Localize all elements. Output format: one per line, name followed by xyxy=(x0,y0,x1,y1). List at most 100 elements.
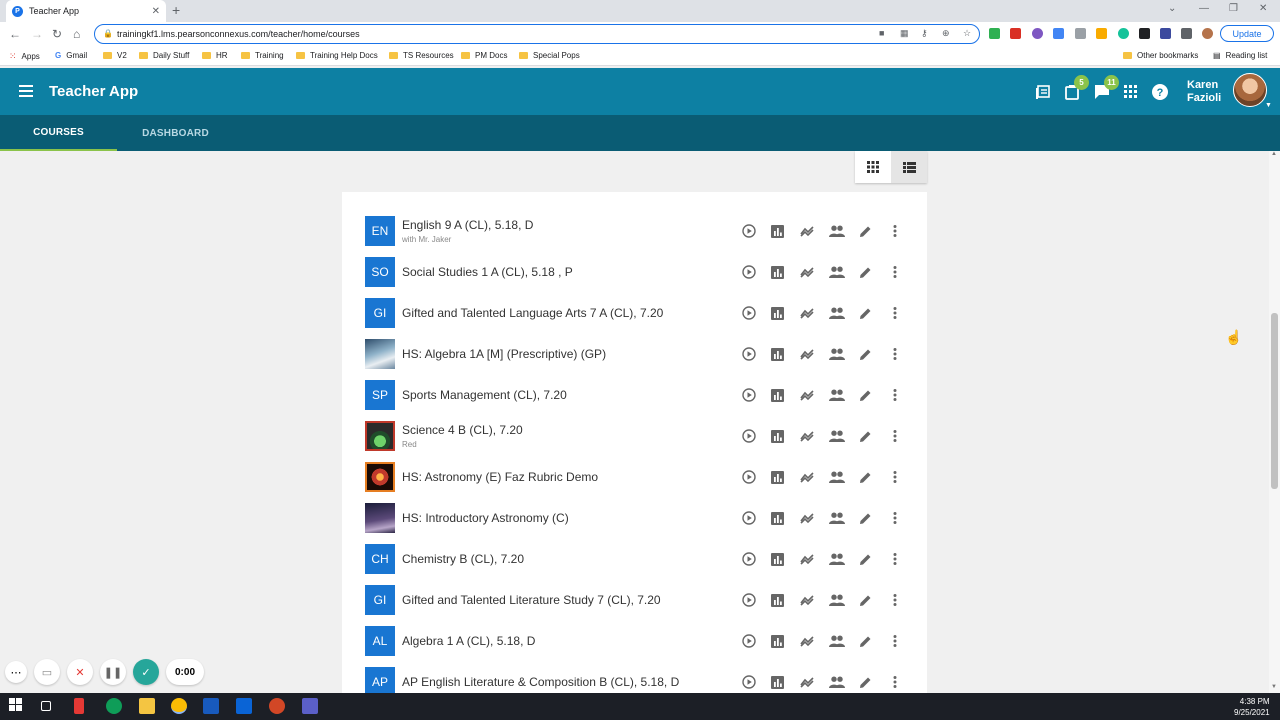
scroll-up-icon[interactable]: ▲ xyxy=(1271,151,1277,157)
gradebook-icon[interactable] xyxy=(763,590,792,610)
reading-list[interactable]: ▤ Reading list xyxy=(1213,51,1267,60)
people-icon[interactable] xyxy=(822,631,851,651)
course-row[interactable]: CH Chemistry B (CL), 7.20 xyxy=(342,537,927,578)
launch-course-icon[interactable] xyxy=(734,221,763,241)
course-row[interactable]: HS: Introductory Astronomy (C) xyxy=(342,496,927,537)
tab-search-icon[interactable]: ⌄ xyxy=(1168,3,1176,14)
extensions-puzzle-icon[interactable] xyxy=(1181,28,1192,39)
course-row[interactable]: EN English 9 A (CL), 5.18, D with Mr. Ja… xyxy=(342,209,927,250)
analytics-trend-icon[interactable] xyxy=(793,221,822,241)
forward-icon[interactable]: → xyxy=(31,27,43,41)
windows-start-icon[interactable] xyxy=(9,698,25,714)
bookmark-star-icon[interactable]: ☆ xyxy=(963,28,971,39)
course-title[interactable]: HS: Astronomy (E) Faz Rubric Demo xyxy=(402,470,598,484)
gradebook-icon[interactable] xyxy=(763,549,792,569)
analytics-trend-icon[interactable] xyxy=(793,262,822,282)
tab-courses[interactable]: COURSES xyxy=(0,115,117,151)
user-menu[interactable]: Karen Fazioli xyxy=(1187,79,1221,105)
people-icon[interactable] xyxy=(822,467,851,487)
update-button[interactable]: Update xyxy=(1220,25,1274,42)
launch-course-icon[interactable] xyxy=(734,344,763,364)
extension-green-icon[interactable] xyxy=(989,28,1000,39)
discard-recording-icon[interactable]: ✕ xyxy=(67,659,93,685)
course-title[interactable]: Algebra 1 A (CL), 5.18, D xyxy=(402,634,535,648)
chrome-icon[interactable] xyxy=(171,698,187,714)
help-icon[interactable]: ? xyxy=(1151,83,1169,101)
avatar[interactable] xyxy=(1233,73,1267,107)
bookmark-training-help-docs[interactable]: Training Help Docs xyxy=(296,51,378,60)
course-row[interactable]: HS: Algebra 1A [M] (Prescriptive) (GP) xyxy=(342,332,927,373)
gradebook-icon[interactable] xyxy=(763,508,792,528)
address-bar[interactable]: 🔒 trainingkf1.lms.pearsonconnexus.com/te… xyxy=(94,24,980,44)
tab-dashboard[interactable]: DASHBOARD xyxy=(117,115,234,151)
course-title[interactable]: English 9 A (CL), 5.18, D xyxy=(402,218,533,232)
course-row[interactable]: GI Gifted and Talented Language Arts 7 A… xyxy=(342,291,927,332)
list-view-button[interactable] xyxy=(891,151,927,183)
profile-avatar-icon[interactable] xyxy=(1202,28,1213,39)
extension-recycle-icon[interactable] xyxy=(1075,28,1086,39)
camera-toggle-icon[interactable]: ▭ xyxy=(34,659,60,685)
people-icon[interactable] xyxy=(822,344,851,364)
edit-pencil-icon[interactable] xyxy=(851,467,880,487)
more-vert-icon[interactable] xyxy=(880,549,909,569)
scroll-down-icon[interactable]: ▼ xyxy=(1271,684,1277,690)
edit-pencil-icon[interactable] xyxy=(851,631,880,651)
system-clock[interactable]: 4:38 PM 9/25/2021 xyxy=(1234,696,1270,718)
more-vert-icon[interactable] xyxy=(880,221,909,241)
course-title[interactable]: Sports Management (CL), 7.20 xyxy=(402,388,567,402)
extension-tl-icon[interactable] xyxy=(1160,28,1171,39)
more-vert-icon[interactable] xyxy=(880,344,909,364)
edit-pencil-icon[interactable] xyxy=(851,549,880,569)
course-row[interactable]: Science 4 B (CL), 7.20 Red xyxy=(342,414,927,455)
edit-pencil-icon[interactable] xyxy=(851,590,880,610)
task-view-icon[interactable] xyxy=(41,701,51,711)
gradebook-icon[interactable] xyxy=(763,631,792,651)
people-icon[interactable] xyxy=(822,672,851,692)
edit-pencil-icon[interactable] xyxy=(851,262,880,282)
camera-icon[interactable]: ■ xyxy=(879,28,884,38)
bookmark-apps[interactable]: ⁙ Apps xyxy=(9,51,40,62)
course-row[interactable]: AP AP English Literature & Composition B… xyxy=(342,660,927,693)
course-title[interactable]: AP English Literature & Composition B (C… xyxy=(402,675,679,689)
gradebook-icon[interactable] xyxy=(763,672,792,692)
close-tab-icon[interactable]: ✕ xyxy=(152,6,160,17)
taskbar-app-icon[interactable] xyxy=(74,698,84,714)
edit-pencil-icon[interactable] xyxy=(851,385,880,405)
extension-translate-icon[interactable] xyxy=(1053,28,1064,39)
analytics-trend-icon[interactable] xyxy=(793,672,822,692)
file-explorer-icon[interactable] xyxy=(139,698,155,714)
gradebook-icon[interactable] xyxy=(763,467,792,487)
gradebook-icon[interactable] xyxy=(763,344,792,364)
course-title[interactable]: Science 4 B (CL), 7.20 xyxy=(402,423,523,437)
analytics-trend-icon[interactable] xyxy=(793,467,822,487)
course-row[interactable]: GI Gifted and Talented Literature Study … xyxy=(342,578,927,619)
people-icon[interactable] xyxy=(822,590,851,610)
edit-pencil-icon[interactable] xyxy=(851,303,880,323)
analytics-trend-icon[interactable] xyxy=(793,426,822,446)
course-row[interactable]: AL Algebra 1 A (CL), 5.18, D xyxy=(342,619,927,660)
edit-pencil-icon[interactable] xyxy=(851,672,880,692)
people-icon[interactable] xyxy=(822,262,851,282)
browser-tab[interactable]: P Teacher App ✕ xyxy=(6,0,166,22)
home-icon[interactable]: ⌂ xyxy=(73,27,80,41)
bookmark-ts-resources[interactable]: TS Resources xyxy=(389,51,454,60)
new-tab-icon[interactable]: + xyxy=(172,2,180,18)
analytics-trend-icon[interactable] xyxy=(793,631,822,651)
bookmark-gmail[interactable]: G Gmail xyxy=(55,51,87,60)
analytics-trend-icon[interactable] xyxy=(793,508,822,528)
edit-pencil-icon[interactable] xyxy=(851,221,880,241)
powerpoint-icon[interactable] xyxy=(269,698,285,714)
clipboard-icon[interactable]: 5 xyxy=(1063,75,1089,101)
bookmark-pm-docs[interactable]: PM Docs xyxy=(461,51,507,60)
edit-pencil-icon[interactable] xyxy=(851,426,880,446)
grid-view-button[interactable] xyxy=(855,151,891,183)
gradebook-icon[interactable] xyxy=(763,262,792,282)
launch-course-icon[interactable] xyxy=(734,631,763,651)
edit-pencil-icon[interactable] xyxy=(851,508,880,528)
course-title[interactable]: HS: Introductory Astronomy (C) xyxy=(402,511,569,525)
launch-course-icon[interactable] xyxy=(734,426,763,446)
course-row[interactable]: SO Social Studies 1 A (CL), 5.18 , P xyxy=(342,250,927,291)
more-vert-icon[interactable] xyxy=(880,631,909,651)
bookmark-hr[interactable]: HR xyxy=(202,51,228,60)
more-vert-icon[interactable] xyxy=(880,426,909,446)
